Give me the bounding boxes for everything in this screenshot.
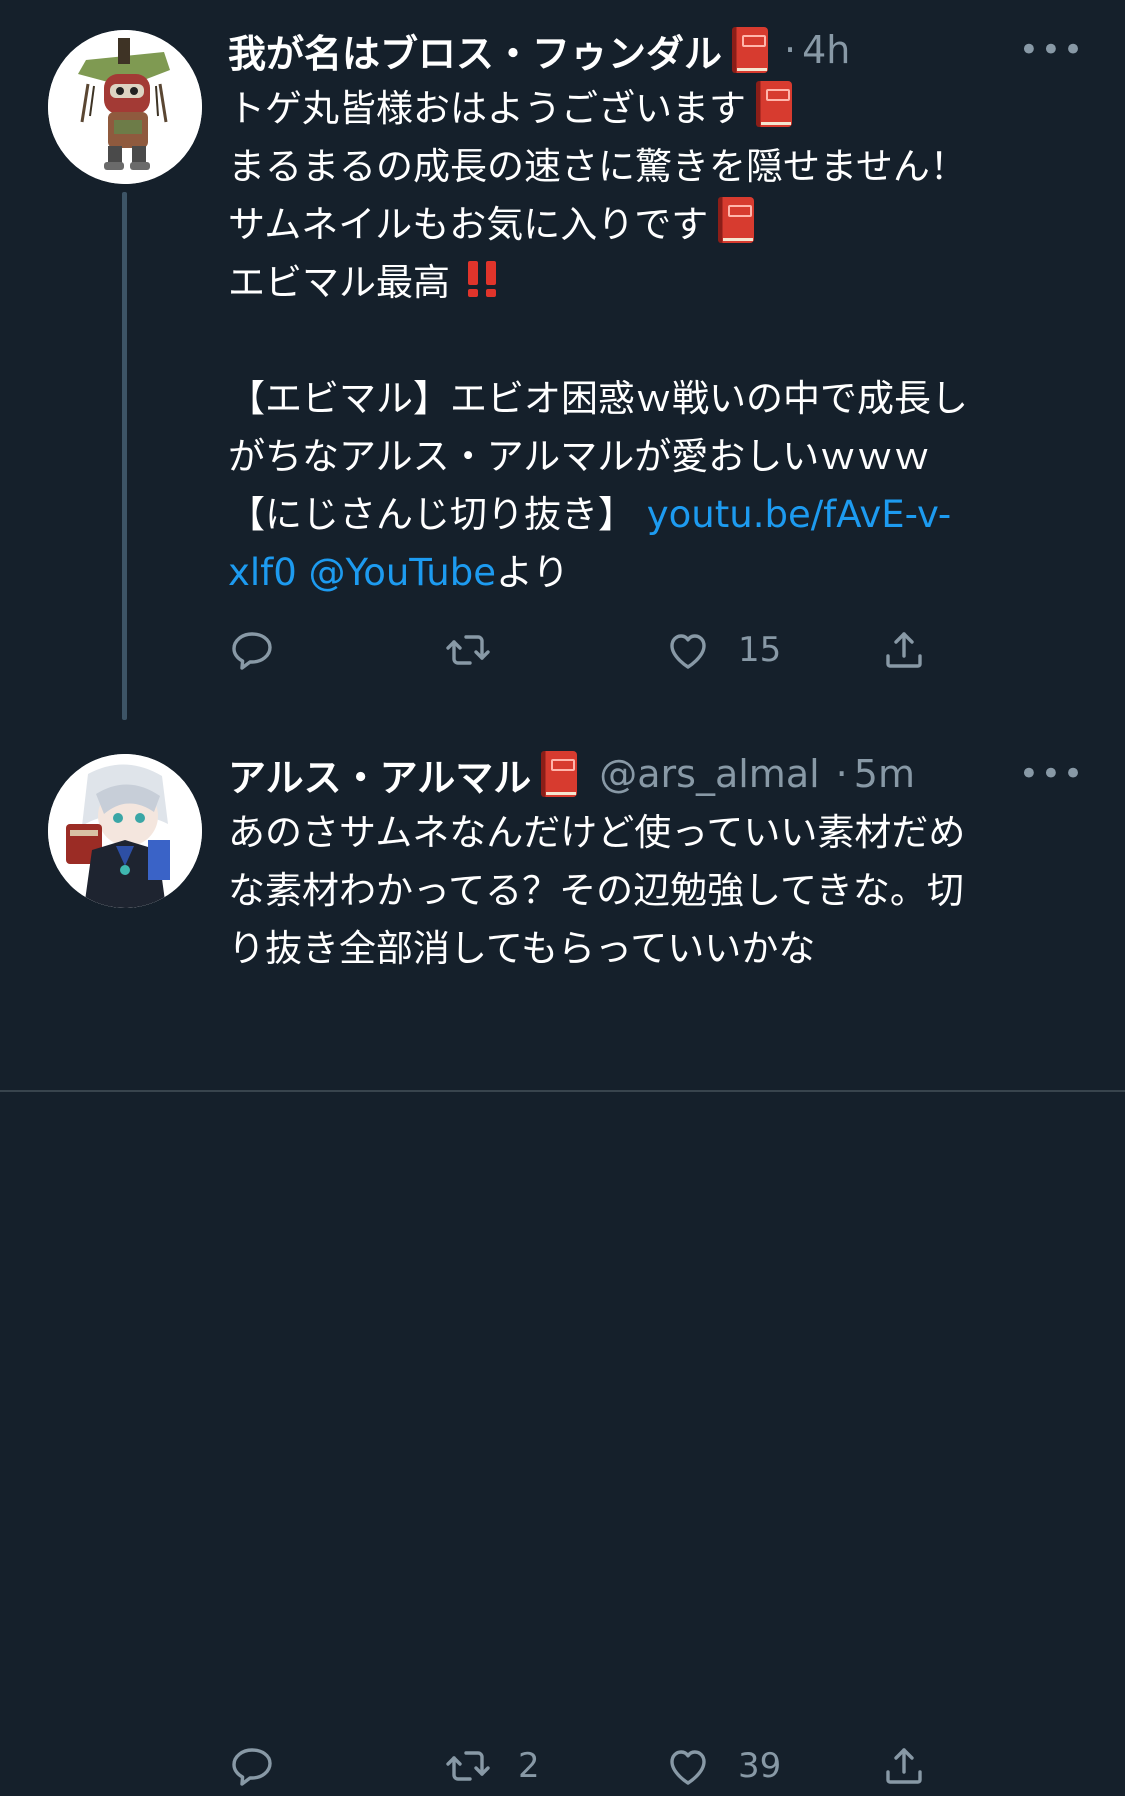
share-button[interactable] — [880, 1736, 928, 1796]
tweet-text-line-content: トゲ丸皆様おはようございます — [228, 87, 746, 130]
tweet-text-line: がちなアルス・アルマルが愛おしいｗｗｗ — [228, 435, 931, 478]
more-options-icon[interactable]: ••• — [1019, 754, 1085, 794]
video-link[interactable]: youtu.be/fAvE-v- — [647, 493, 951, 536]
timestamp[interactable]: 5m — [854, 752, 915, 796]
reply-button[interactable] — [228, 1736, 302, 1796]
double-exclamation-icon — [467, 261, 496, 297]
share-icon — [886, 1748, 922, 1784]
like-button[interactable]: 39 — [664, 1736, 781, 1796]
tweet-text-line-content: 【にじさんじ切り抜き】 — [228, 493, 647, 536]
separator-dot: · — [784, 28, 797, 72]
book-emoji-icon — [756, 81, 792, 127]
retweet-count: 2 — [518, 1746, 540, 1786]
tweet-card[interactable]: 我が名はブロス・フゥンダル · 4h ••• トゲ丸皆様おはようございます まる… — [0, 0, 1125, 740]
video-link-continuation[interactable]: xlf0 — [228, 551, 297, 594]
tweet-text-line: トゲ丸皆様おはようございます — [228, 80, 1085, 138]
timeline-divider — [0, 1090, 1125, 1092]
tweet-text-line: あのさサムネなんだけど使っていい素材だめ — [228, 811, 966, 854]
share-button[interactable] — [880, 620, 928, 680]
tweet-text: トゲ丸皆様おはようございます まるまるの成長の速さに驚きを隠せません！ サムネイ… — [228, 80, 1085, 602]
heart-icon — [670, 1750, 706, 1785]
share-icon — [886, 632, 922, 668]
tweet-text-line: xlf0 @YouTubeより — [228, 544, 1085, 602]
avatar[interactable] — [48, 30, 202, 184]
tweet-text-line-content: エビマル最高 — [228, 261, 450, 304]
like-count: 15 — [738, 630, 782, 670]
book-emoji-icon — [718, 197, 755, 243]
tweet-text-line: サムネイルもお気に入りです — [228, 196, 1085, 254]
youtube-mention-link[interactable]: @YouTube — [309, 551, 496, 594]
tweet-text-line-content: サムネイルもお気に入りです — [228, 203, 709, 246]
separator-dot: · — [835, 752, 848, 796]
book-emoji-icon — [541, 751, 578, 797]
tweet-text: あのさサムネなんだけど使っていい素材だめ な素材わかってる？その辺勉強してきな。… — [228, 804, 1085, 978]
heart-icon — [670, 634, 706, 669]
display-name[interactable]: アルス・アルマル — [228, 747, 531, 802]
like-button[interactable]: 15 — [664, 620, 781, 680]
tweet-text-line: な素材わかってる？その辺勉強してきな。切 — [228, 869, 964, 912]
more-options-icon[interactable]: ••• — [1019, 30, 1085, 70]
retweet-icon — [446, 635, 490, 665]
avatar-illustration — [48, 30, 202, 184]
tweet-header: 我が名はブロス・フゥンダル · 4h ••• — [228, 20, 1085, 80]
display-name[interactable]: 我が名はブロス・フゥンダル — [228, 23, 722, 78]
reply-button[interactable] — [228, 620, 302, 680]
avatar[interactable] — [48, 754, 202, 908]
user-handle[interactable]: @ars_almal — [599, 752, 819, 796]
tweet-text-line: まるまるの成長の速さに驚きを隠せません！ — [228, 145, 967, 188]
tweet-text-line-content: より — [495, 551, 570, 594]
tweet-text-line: り抜き全部消してもらっていいかな — [228, 927, 816, 970]
tweet-text-line: 【にじさんじ切り抜き】 youtu.be/fAvE-v- — [228, 486, 1085, 544]
timestamp[interactable]: 4h — [802, 28, 850, 72]
retweet-button[interactable]: 2 — [444, 1736, 540, 1796]
avatar-illustration — [48, 754, 202, 908]
tweet-text-line: エビマル最高 — [228, 254, 1085, 312]
book-emoji-icon — [732, 27, 769, 73]
reply-icon — [232, 1748, 272, 1786]
tweet-text-line: 【エビマル】エビオ困惑ｗ戦いの中で成長し — [228, 377, 968, 420]
retweet-icon — [446, 1751, 490, 1781]
like-count: 39 — [738, 1746, 782, 1786]
reply-icon — [232, 632, 272, 670]
thread-connector-line — [122, 192, 127, 720]
tweet-header: アルス・アルマル @ars_almal · 5m ••• — [228, 744, 1085, 804]
retweet-button[interactable] — [444, 620, 518, 680]
